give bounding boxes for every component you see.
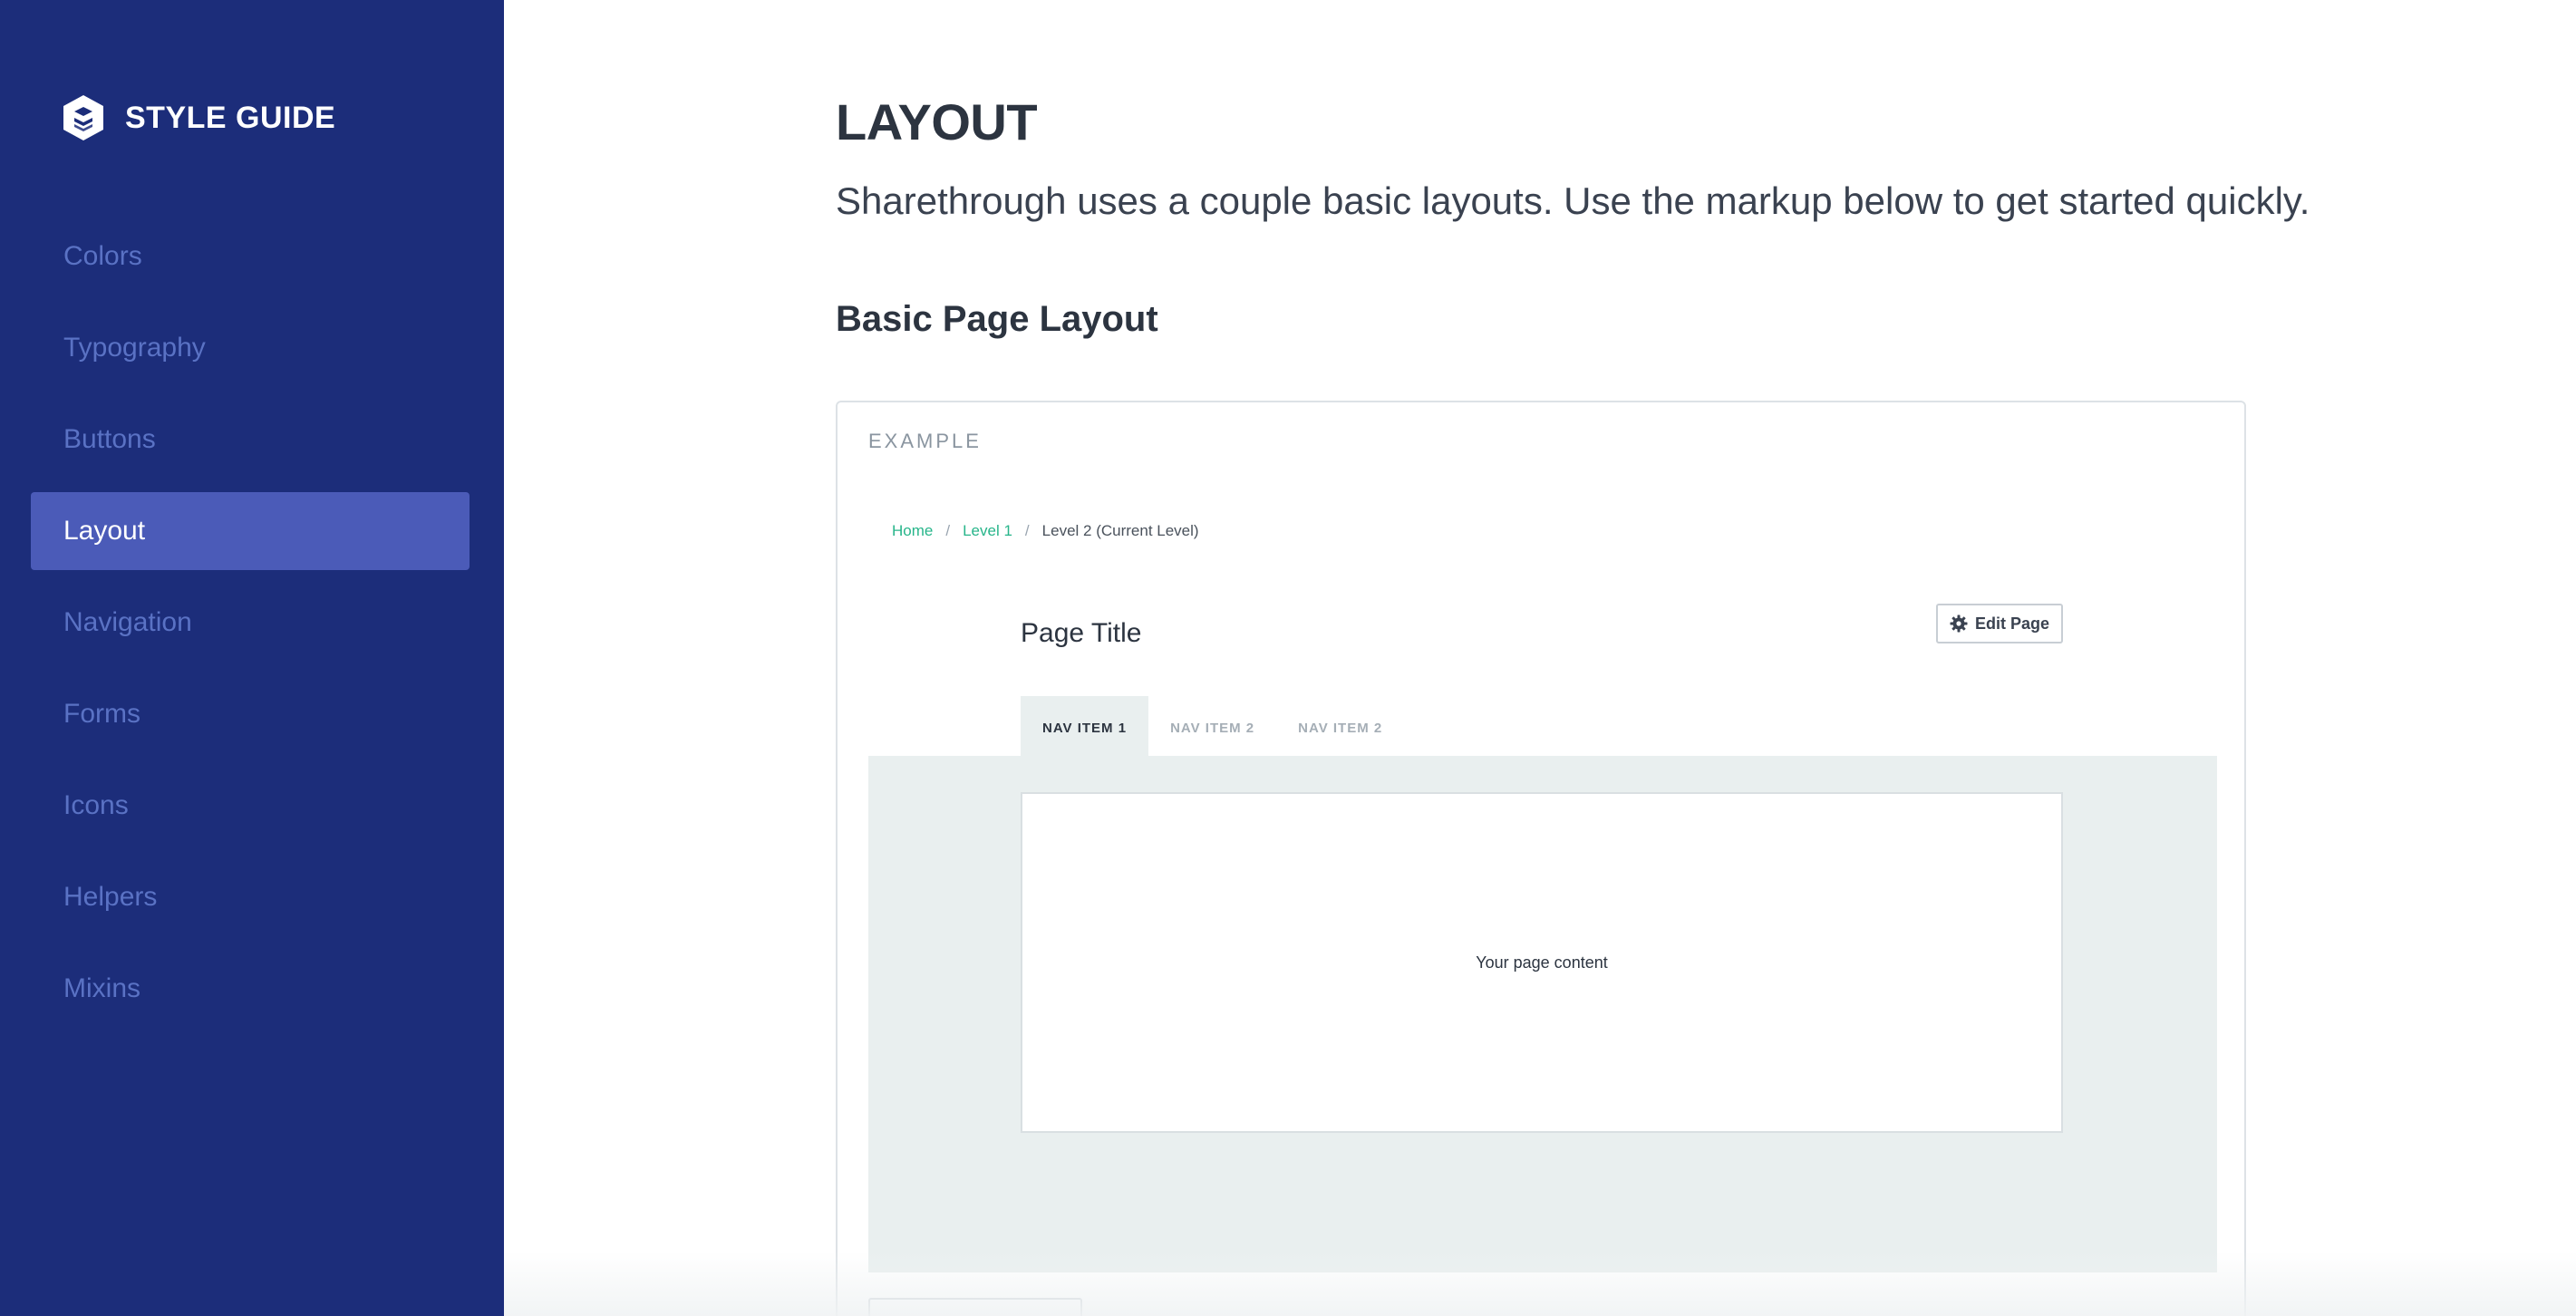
sidebar-item-colors[interactable]: Colors — [31, 218, 470, 295]
breadcrumb-current: Level 2 (Current Level) — [1041, 522, 1199, 539]
page-lead: Sharethrough uses a couple basic layouts… — [836, 179, 2310, 222]
breadcrumb-home-link[interactable]: Home — [892, 522, 933, 540]
breadcrumb-level1-link[interactable]: Level 1 — [963, 522, 1012, 540]
sidebar-item-layout[interactable]: Layout — [31, 492, 470, 570]
sidebar-item-navigation[interactable]: Navigation — [31, 584, 470, 662]
sidebar-item-forms[interactable]: Forms — [31, 675, 470, 753]
sidebar-item-typography[interactable]: Typography — [31, 309, 470, 387]
tab-nav-item-1[interactable]: NAV ITEM 1 — [1021, 696, 1149, 760]
sidebar-item-icons[interactable]: Icons — [31, 767, 470, 845]
page-title: LAYOUT — [836, 93, 1038, 150]
tab-nav-item-2[interactable]: NAV ITEM 2 — [1148, 696, 1276, 760]
sidebar-item-buttons[interactable]: Buttons — [31, 401, 470, 479]
code-toggle-button[interactable] — [868, 1298, 1082, 1316]
sidebar-nav: Colors Typography Buttons Layout Navigat… — [31, 218, 470, 1041]
logo-hexagon-icon — [63, 95, 103, 140]
section-title: Basic Page Layout — [836, 299, 1158, 339]
content-text: Your page content — [1476, 953, 1608, 972]
sidebar: STYLE GUIDE Colors Typography Buttons La… — [0, 0, 504, 1316]
tab-nav-item-3[interactable]: NAV ITEM 2 — [1276, 696, 1404, 760]
sidebar-item-mixins[interactable]: Mixins — [31, 950, 470, 1028]
example-label: EXAMPLE — [868, 430, 982, 452]
example-box: EXAMPLE Home / Level 1 / Level 2 (Curren… — [836, 401, 2246, 1316]
content-card: Your page content — [1021, 792, 2063, 1133]
brand[interactable]: STYLE GUIDE — [62, 91, 335, 145]
example-page-title: Page Title — [1021, 618, 1142, 648]
example-stage: Your page content — [868, 756, 2217, 1272]
breadcrumb-separator: / — [1024, 522, 1030, 539]
sidebar-item-helpers[interactable]: Helpers — [31, 858, 470, 936]
breadcrumb-separator: / — [945, 522, 951, 539]
brand-title: STYLE GUIDE — [125, 100, 336, 135]
edit-page-button[interactable]: Edit Page — [1936, 604, 2063, 643]
edit-page-label: Edit Page — [1974, 614, 2050, 633]
breadcrumb: Home / Level 1 / Level 2 (Current Level) — [892, 522, 1199, 540]
example-tabs: NAV ITEM 1 NAV ITEM 2 NAV ITEM 2 — [1021, 696, 1404, 760]
gear-icon — [1950, 614, 1968, 633]
